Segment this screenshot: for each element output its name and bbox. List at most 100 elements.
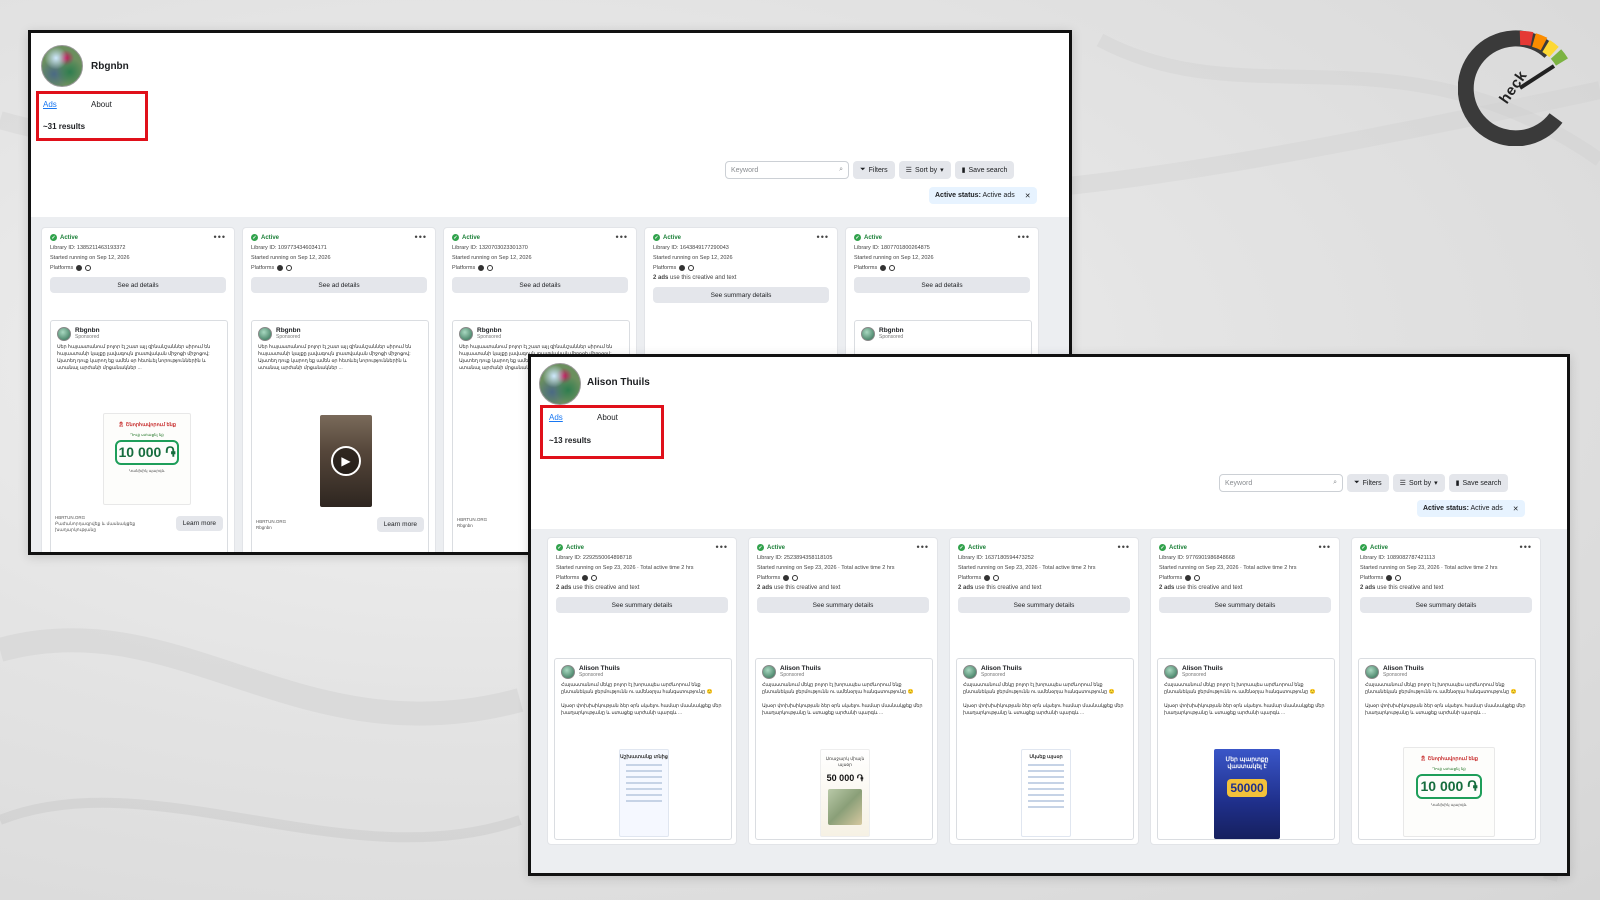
save-search-button[interactable]: ▮ Save search xyxy=(954,161,1015,179)
check-icon: ✓ xyxy=(653,234,660,241)
platforms-label: Platforms xyxy=(653,265,677,271)
creative-header: 🎗 Շնորհավորում ենք xyxy=(118,422,176,428)
status-label: Active xyxy=(462,234,481,241)
platforms-label: Platforms xyxy=(1159,575,1183,581)
see-summary-details-button[interactable]: See summary details xyxy=(1360,597,1532,613)
more-options-icon[interactable]: ••• xyxy=(917,542,929,552)
status-badge: ✓ Active xyxy=(958,544,1130,551)
check-icon: ✓ xyxy=(251,234,258,241)
status-label: Active xyxy=(261,234,280,241)
advertiser-row: Alison Thuils Sponsored xyxy=(1158,659,1334,679)
advertiser-avatar xyxy=(963,665,977,679)
see-summary-details-button[interactable]: See summary details xyxy=(1159,597,1331,613)
platforms-label: Platforms xyxy=(556,575,580,581)
advertiser-avatar xyxy=(459,327,473,341)
highlight-box xyxy=(36,91,148,141)
ad-body-text: Հայաստանում մեկը բոլոր էլ խորապես արժևոր… xyxy=(1365,683,1526,716)
filters-button[interactable]: ⏷ Filters xyxy=(853,161,895,179)
ads-use-text: use this creative and text xyxy=(973,585,1042,591)
close-icon[interactable]: ✕ xyxy=(1025,192,1031,200)
see-summary-details-button[interactable]: See summary details xyxy=(653,287,829,303)
ads-use-creative: 2 ads use this creative and text xyxy=(653,275,829,281)
ads-use-creative: 2 ads use this creative and text xyxy=(1360,585,1532,591)
ad-body-text: Սեր հայաստանում բոլոր էլ շատ այլ զինանշա… xyxy=(57,345,212,371)
facebook-icon xyxy=(76,265,83,271)
creative-header: 🎗 Շնորհավորում ենք xyxy=(1420,756,1478,762)
platforms-row: Platforms xyxy=(556,575,728,581)
ad-card: ✓ Active ••• Library ID: 1637180594473252… xyxy=(949,537,1139,845)
more-options-icon[interactable]: ••• xyxy=(1018,232,1030,242)
platforms-label: Platforms xyxy=(854,265,878,271)
active-status-value: Active ads xyxy=(982,192,1015,199)
more-options-icon[interactable]: ••• xyxy=(616,232,628,242)
save-search-button[interactable]: ▮ Save search xyxy=(1448,474,1509,492)
more-options-icon[interactable]: ••• xyxy=(214,232,226,242)
chevron-down-icon: ▾ xyxy=(1434,480,1438,487)
see-ad-details-button[interactable]: See ad details xyxy=(251,277,427,293)
status-badge: ✓ Active xyxy=(1360,544,1532,551)
ads-use-text: use this creative and text xyxy=(772,585,841,591)
more-options-icon[interactable]: ••• xyxy=(415,232,427,242)
more-options-icon[interactable]: ••• xyxy=(817,232,829,242)
page-avatar xyxy=(539,363,581,405)
ad-creative-image: 🎗 Շնորհավորում ենք Դուք ստացել եք 10 000… xyxy=(103,413,191,505)
ad-card-meta: ✓ Active ••• Library ID: 1097734346034171… xyxy=(251,232,427,293)
check-icon: ✓ xyxy=(757,544,764,551)
active-status-label: Active status: xyxy=(1423,505,1469,512)
ad-library-window-alison-thuils: Alison Thuils Ads About ~13 results Keyw… xyxy=(528,354,1570,876)
cta-domain: HBRTUN.ORG Rbgnbn xyxy=(256,519,286,531)
learn-more-button[interactable]: Learn more xyxy=(376,517,424,532)
advertiser-row: Alison Thuils Sponsored xyxy=(756,659,932,679)
instagram-icon xyxy=(889,265,896,271)
started-running: Started running on Sep 23, 2026 · Total … xyxy=(556,565,694,571)
save-search-label: Save search xyxy=(968,166,1008,174)
close-icon[interactable]: ✕ xyxy=(1513,505,1519,513)
play-icon[interactable]: ▶ xyxy=(331,446,361,476)
check-icon: ✓ xyxy=(854,234,861,241)
more-options-icon[interactable]: ••• xyxy=(1319,542,1331,552)
cta-domain: HBRTUN.ORG Rbgnbn xyxy=(457,517,487,529)
platforms-row: Platforms xyxy=(50,265,226,271)
money-image xyxy=(828,789,862,825)
instagram-icon xyxy=(487,265,494,271)
ad-card: ✓ Active ••• Library ID: 9776901986848668… xyxy=(1150,537,1340,845)
see-summary-details-button[interactable]: See summary details xyxy=(958,597,1130,613)
sort-by-label: Sort by xyxy=(914,166,938,174)
ad-card: ✓ Active ••• Library ID: 2292550064898718… xyxy=(547,537,737,845)
more-options-icon[interactable]: ••• xyxy=(716,542,728,552)
status-badge: ✓ Active xyxy=(757,544,929,551)
creative-text-lines xyxy=(1022,764,1070,808)
filters-button[interactable]: ⏷ Filters xyxy=(1347,474,1389,492)
status-badge: ✓ Active xyxy=(251,234,427,241)
ads-use-count: 2 ads xyxy=(757,585,773,591)
active-status-text: Active status: Active ads xyxy=(1423,505,1503,512)
search-input[interactable]: Keyword ⌕ xyxy=(725,161,849,179)
active-status-chip: Active status: Active ads ✕ xyxy=(1417,500,1525,517)
instagram-icon xyxy=(591,575,598,581)
advertiser-row: Rbgnbn Sponsored xyxy=(453,321,629,341)
cta-row: HBRTUN.ORG Բաժանորդագրվեք և մասնակցեք խաղ… xyxy=(55,515,223,533)
started-running: Started running on Sep 23, 2026 · Total … xyxy=(1360,565,1498,571)
more-options-icon[interactable]: ••• xyxy=(1520,542,1532,552)
status-label: Active xyxy=(767,544,786,551)
sponsored-label: Sponsored xyxy=(981,672,1006,679)
learn-more-button[interactable]: Learn more xyxy=(175,516,223,532)
started-running: Started running on Sep 12, 2026 xyxy=(50,255,130,261)
see-ad-details-button[interactable]: See ad details xyxy=(452,277,628,293)
sort-by-button[interactable]: ☰ Sort by ▾ xyxy=(898,161,951,179)
see-ad-details-button[interactable]: See ad details xyxy=(854,277,1030,293)
check-icon: ✓ xyxy=(452,234,459,241)
started-running: Started running on Sep 12, 2026 xyxy=(653,255,733,261)
see-summary-details-button[interactable]: See summary details xyxy=(556,597,728,613)
search-icon: ⌕ xyxy=(839,166,843,173)
see-summary-details-button[interactable]: See summary details xyxy=(757,597,929,613)
status-badge: ✓ Active xyxy=(556,544,728,551)
advertiser-avatar xyxy=(762,665,776,679)
search-input[interactable]: Keyword ⌕ xyxy=(1219,474,1343,492)
more-options-icon[interactable]: ••• xyxy=(1118,542,1130,552)
sort-by-button[interactable]: ☰ Sort by ▾ xyxy=(1392,474,1445,492)
creative-subtitle: Դուք ստացել եք xyxy=(130,432,164,437)
ad-preview: Alison Thuils Sponsored Հայաստանում մեկը … xyxy=(1358,658,1536,840)
check-icon: ✓ xyxy=(958,544,965,551)
see-ad-details-button[interactable]: See ad details xyxy=(50,277,226,293)
